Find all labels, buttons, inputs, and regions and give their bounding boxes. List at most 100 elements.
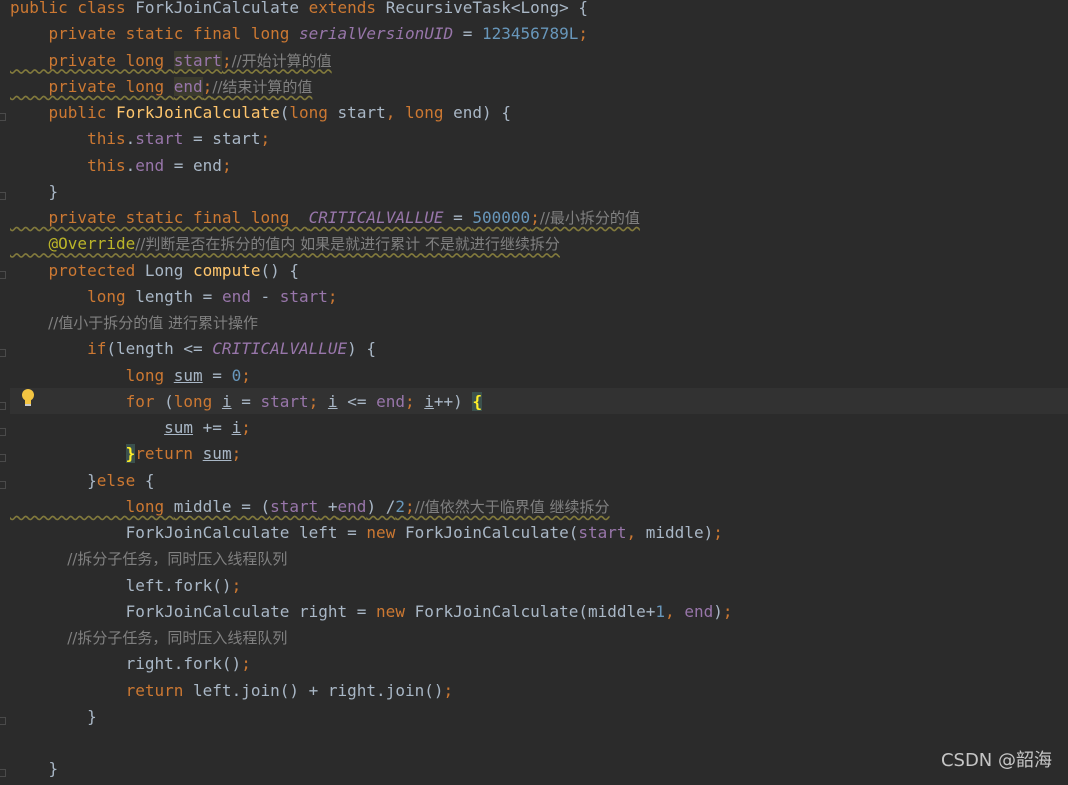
code-token: } [125, 444, 136, 464]
code-token: extends [308, 0, 386, 17]
fold-marker[interactable] [0, 716, 6, 725]
code-token: left.join() + right.join() [193, 680, 444, 700]
code-line[interactable]: //值小于拆分的值 进行累计操作 [10, 313, 258, 339]
code-token: ForkJoinCalculate left = [10, 523, 367, 542]
code-token: RecursiveTask<Long> { [385, 0, 588, 17]
code-line[interactable]: //拆分子任务，同时压入线程队列 [10, 628, 287, 654]
code-token: this [10, 155, 126, 175]
fold-marker[interactable] [0, 113, 6, 121]
code-token: CRITICALVALLUE [212, 339, 348, 359]
fold-marker[interactable] [0, 480, 6, 489]
code-token: CRITICALVALLUE [308, 208, 444, 227]
code-token: right.fork() [10, 654, 242, 674]
code-token: new [366, 523, 405, 542]
code-token: end [173, 76, 203, 96]
watermark: CSDN @韶海 [940, 750, 1052, 771]
code-token: start [337, 103, 386, 122]
code-token: public [10, 103, 116, 122]
code-token: ; [722, 601, 733, 621]
code-token: ForkJoinCalculate [135, 0, 309, 17]
code-token: ) / [366, 496, 396, 516]
code-token: end [684, 601, 714, 621]
code-line[interactable]: private long end;//结束计算的值 [10, 76, 313, 103]
code-token: i [327, 391, 338, 411]
code-token: long [173, 391, 222, 411]
fold-marker[interactable] [0, 349, 6, 358]
code-token: long [10, 496, 174, 516]
code-line[interactable]: long length = end - start; [10, 287, 338, 313]
fold-marker[interactable] [0, 769, 6, 778]
code-token: ForkJoinCalculate( [404, 523, 579, 542]
code-token: = [202, 365, 232, 385]
code-token: ; [241, 654, 251, 674]
code-line[interactable]: if(length <= CRITICALVALLUE) { [10, 339, 376, 365]
code-token: ; [713, 523, 723, 542]
code-token: long [10, 365, 174, 385]
code-token: , [626, 523, 646, 542]
fold-marker[interactable] [0, 270, 6, 279]
code-token: ; [241, 365, 251, 385]
code-token: ; [327, 286, 338, 306]
code-line[interactable]: this.start = start; [10, 129, 270, 155]
code-line[interactable]: private long start;//开始计算的值 [10, 50, 332, 77]
fold-marker[interactable] [0, 401, 6, 410]
code-line[interactable]: private static final long CRITICALVALLUE… [10, 208, 640, 234]
code-token: start [260, 391, 309, 411]
code-token: long [10, 286, 136, 306]
code-token: //结束计算的值 [212, 77, 313, 96]
code-line[interactable]: } [10, 182, 59, 208]
code-line[interactable]: left.fork(); [10, 576, 242, 602]
code-token: 2 [395, 496, 405, 516]
code-line[interactable]: long sum = 0; [10, 366, 251, 392]
code-token: //值依然大于临界值 继续拆分 [414, 497, 610, 516]
code-token: start [135, 129, 184, 149]
code-token: ; [405, 391, 425, 411]
code-token: this [10, 129, 126, 149]
code-token: private long [10, 76, 174, 96]
code-editor[interactable]: public class ForkJoinCalculate extends R… [0, 0, 1068, 780]
code-line[interactable]: for (long i = start; i <= end; i++) { [10, 391, 483, 418]
code-line[interactable]: }else { [10, 470, 155, 497]
code-line[interactable]: }return sum; [10, 444, 241, 470]
fold-marker[interactable] [0, 191, 6, 200]
fold-marker[interactable] [0, 454, 6, 463]
code-line[interactable]: this.end = end; [10, 156, 232, 182]
code-token: ; [260, 129, 271, 149]
code-token: //开始计算的值 [231, 51, 332, 70]
code-line[interactable]: } [10, 759, 59, 785]
code-token: sum [173, 365, 203, 385]
code-token: } [10, 706, 97, 726]
code-token: { [144, 470, 155, 490]
code-line[interactable]: return left.join() + right.join(); [10, 680, 454, 707]
code-line[interactable]: public ForkJoinCalculate(long start, lon… [10, 103, 511, 129]
code-line[interactable]: protected Long compute() { [10, 261, 299, 287]
code-line[interactable]: sum += i; [10, 418, 251, 444]
code-line[interactable]: private static final long serialVersionU… [10, 24, 588, 50]
fold-marker[interactable] [0, 428, 6, 436]
code-token: += [193, 418, 232, 437]
code-token: ; [308, 391, 328, 411]
code-token: - [250, 286, 280, 306]
code-line[interactable]: right.fork(); [10, 654, 251, 680]
code-line[interactable]: @Override//判断是否在拆分的值内 如果是就进行累计 不是就进行继续拆分 [10, 234, 560, 260]
code-token: ; [443, 680, 454, 700]
code-token: , long [385, 103, 454, 122]
code-line[interactable]: //拆分子任务，同时压入线程队列 [10, 549, 287, 575]
code-token: { [472, 391, 483, 411]
code-line[interactable]: long middle = (start +end) /2;//值依然大于临界值… [10, 497, 610, 523]
code-token: return [135, 444, 203, 464]
code-token: () { [260, 260, 299, 280]
code-line[interactable]: public class ForkJoinCalculate extends R… [10, 0, 588, 24]
code-token: ; [404, 496, 415, 516]
code-token: ; [578, 24, 588, 44]
code-token: 123456789L [482, 24, 579, 44]
code-token: ) { [347, 339, 377, 359]
code-token: Long [144, 260, 194, 280]
code-line[interactable]: } [10, 707, 97, 733]
code-line[interactable]: ForkJoinCalculate left = new ForkJoinCal… [10, 523, 723, 549]
code-token: ForkJoinCalculate right = [10, 601, 377, 621]
code-line[interactable]: ForkJoinCalculate right = new ForkJoinCa… [10, 602, 733, 628]
code-token: public class [10, 0, 136, 17]
code-token: 500000 [472, 208, 531, 227]
